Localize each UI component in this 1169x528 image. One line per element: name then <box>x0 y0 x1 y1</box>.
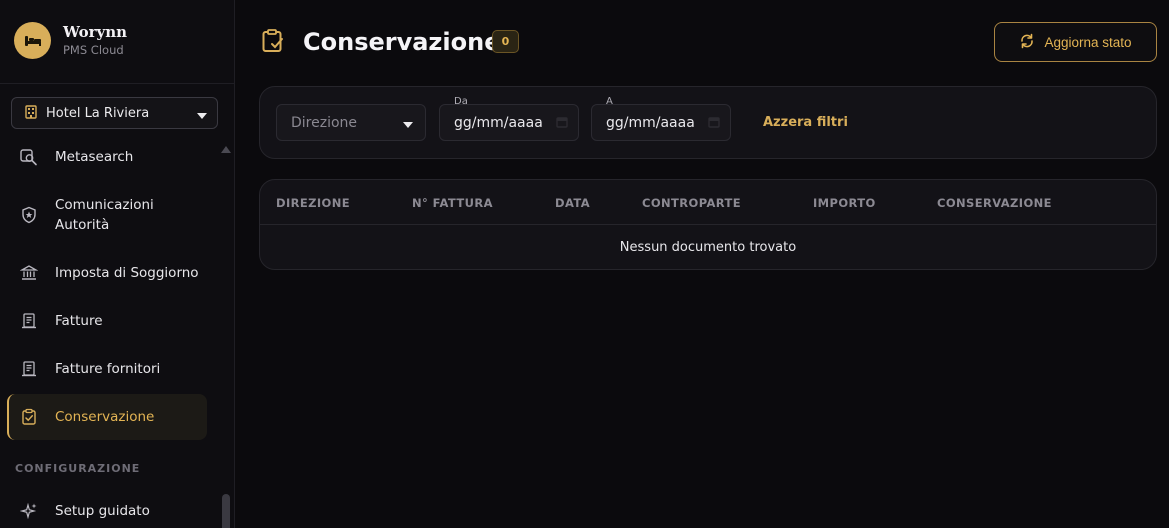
filters-panel: Direzione Da gg/mm/aaaa A gg/mm/aaaa Azz… <box>259 86 1157 159</box>
column-header[interactable]: IMPORTO <box>813 196 876 210</box>
from-date-value: gg/mm/aaaa <box>454 114 543 131</box>
table-empty-row: Nessun documento trovato <box>260 225 1156 269</box>
refresh-status-button[interactable]: Aggiorna stato <box>994 22 1157 62</box>
refresh-status-label: Aggiorna stato <box>1044 34 1132 50</box>
from-date-input[interactable]: gg/mm/aaaa <box>439 104 579 141</box>
column-header[interactable]: CONSERVAZIONE <box>937 196 1052 210</box>
reset-filters-button[interactable]: Azzera filtri <box>763 115 848 130</box>
invoice-icon <box>19 311 39 331</box>
brand-name: Worynn <box>63 23 128 41</box>
chevron-down-icon <box>197 104 207 123</box>
count-badge: 0 <box>492 30 519 53</box>
section-title-configurazione: CONFIGURAZIONE <box>15 462 141 475</box>
clipboard-check-icon <box>19 407 39 427</box>
search-icon <box>19 147 39 167</box>
sidebar-item-label: Fatture fornitori <box>55 361 161 377</box>
refresh-icon <box>1019 33 1035 52</box>
page-title: Conservazione <box>303 28 501 56</box>
clipboard-check-icon <box>260 28 286 58</box>
chevron-down-icon <box>403 113 413 132</box>
bed-icon <box>14 22 51 59</box>
hotel-selector-value: Hotel La Riviera <box>46 105 150 121</box>
invoice-icon <box>19 359 39 379</box>
calendar-icon[interactable] <box>708 113 720 132</box>
sidebar-item-imposta-di-soggiorno[interactable]: Imposta di Soggiorno <box>7 263 207 283</box>
scroll-up-arrow[interactable] <box>221 146 231 153</box>
shield-icon <box>19 205 39 225</box>
sidebar-divider <box>0 83 234 84</box>
empty-message: Nessun documento trovato <box>619 240 797 255</box>
sidebar-item-fatture-fornitori[interactable]: Fatture fornitori <box>7 359 207 379</box>
documents-table: DIREZIONE N° FATTURA DATA CONTROPARTE IM… <box>259 179 1157 270</box>
sidebar-item-comunicazioni-autorita[interactable]: Comunicazioni Autorità <box>7 195 207 235</box>
calendar-icon[interactable] <box>556 113 568 132</box>
table-header: DIREZIONE N° FATTURA DATA CONTROPARTE IM… <box>260 180 1156 225</box>
sidebar-item-label: Fatture <box>55 313 103 329</box>
brand-subtitle: PMS Cloud <box>63 43 124 57</box>
column-header[interactable]: CONTROPARTE <box>642 196 741 210</box>
sidebar-item-label: Metasearch <box>55 149 134 165</box>
column-header[interactable]: N° FATTURA <box>412 196 493 210</box>
direction-select[interactable]: Direzione <box>276 104 426 141</box>
main-content: Conservazione 0 Aggiorna stato Direzione… <box>235 0 1169 528</box>
sidebar-item-setup-guidato[interactable]: Setup guidato <box>7 501 207 521</box>
direction-select-placeholder: Direzione <box>291 114 358 131</box>
column-header[interactable]: DIREZIONE <box>276 196 350 210</box>
sidebar-item-label: Setup guidato <box>55 503 150 519</box>
sidebar-scrollbar[interactable] <box>222 494 230 528</box>
column-header[interactable]: DATA <box>555 196 590 210</box>
sidebar: Worynn PMS Cloud Hotel La Riviera Metase… <box>0 0 235 528</box>
building-icon <box>24 104 38 123</box>
sidebar-item-label: Comunicazioni Autorità <box>55 197 154 233</box>
brand[interactable]: Worynn PMS Cloud <box>14 22 127 59</box>
to-date-input[interactable]: gg/mm/aaaa <box>591 104 731 141</box>
sidebar-item-label: Conservazione <box>55 409 155 425</box>
sidebar-item-metasearch[interactable]: Metasearch <box>7 147 207 167</box>
sidebar-item-label: Imposta di Soggiorno <box>55 265 199 281</box>
sparkle-icon <box>19 501 39 521</box>
bank-icon <box>19 263 39 283</box>
sidebar-item-conservazione[interactable]: Conservazione <box>7 394 207 440</box>
hotel-selector[interactable]: Hotel La Riviera <box>11 97 218 129</box>
sidebar-item-fatture[interactable]: Fatture <box>7 311 207 331</box>
to-date-value: gg/mm/aaaa <box>606 114 695 131</box>
